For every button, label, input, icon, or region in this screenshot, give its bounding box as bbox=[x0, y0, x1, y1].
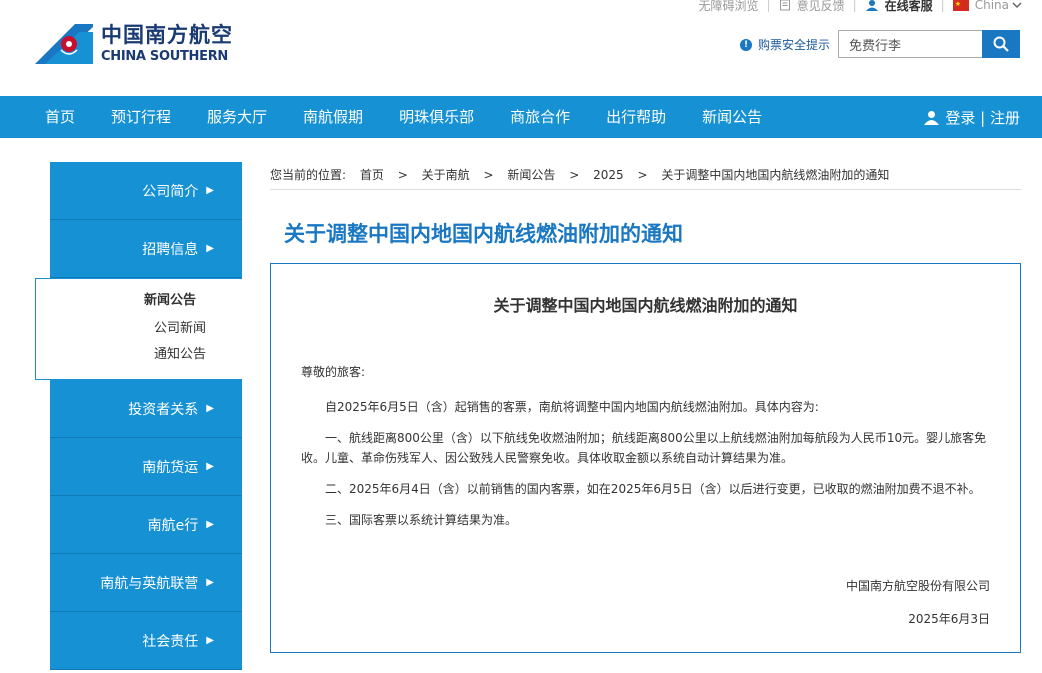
online-service-label: 在线客服 bbox=[884, 0, 933, 13]
divider: | bbox=[940, 0, 945, 12]
sidebar-item-cargo[interactable]: 南航货运 ▶ bbox=[50, 438, 242, 496]
breadcrumb-sep: > bbox=[397, 168, 408, 182]
triangle-right-icon: ▶ bbox=[206, 461, 214, 472]
main-content: 您当前的位置: 首页 > 关于南航 > 新闻公告 > 2025 > 关于调整中国… bbox=[270, 162, 1021, 653]
breadcrumb-news[interactable]: 新闻公告 bbox=[507, 168, 555, 182]
page-title: 关于调整中国内地国内航线燃油附加的通知 bbox=[284, 222, 683, 246]
safety-tip-label: 购票安全提示 bbox=[758, 38, 831, 52]
sidebar-item-recruitment[interactable]: 招聘信息 ▶ bbox=[50, 220, 242, 278]
sidebar-item-label: 南航e行 bbox=[147, 517, 199, 534]
triangle-right-icon: ▶ bbox=[206, 243, 214, 254]
kapok-logo-icon bbox=[35, 24, 93, 64]
accessibility-link[interactable]: 无障碍浏览 bbox=[699, 0, 759, 14]
breadcrumb-prefix: 您当前的位置: bbox=[270, 168, 347, 182]
sidebar-item-label: 南航货运 bbox=[142, 459, 199, 476]
sidebar-item-label: 社会责任 bbox=[142, 633, 199, 650]
breadcrumb-current: 关于调整中国内地国内航线燃油附加的通知 bbox=[661, 168, 890, 182]
nav-booking[interactable]: 预订行程 bbox=[93, 96, 189, 138]
sidebar: 公司简介 ▶ 招聘信息 ▶ 新闻公告 公司新闻 通知公告 投资者关系 ▶ 南航货运 ▶ … bbox=[35, 162, 242, 670]
article-paragraph: 三、国际客票以系统计算结果为准。 bbox=[325, 513, 518, 527]
region-selector[interactable]: China bbox=[952, 0, 1022, 12]
article-title: 关于调整中国内地国内航线燃油附加的通知 bbox=[493, 296, 798, 315]
divider: | bbox=[852, 0, 857, 12]
info-icon: ! bbox=[740, 38, 752, 51]
sidebar-active-title[interactable]: 新闻公告 bbox=[36, 289, 242, 308]
nav-news[interactable]: 新闻公告 bbox=[684, 96, 780, 138]
article-paragraph: 二、2025年6月4日（含）以前销售的国内客票，如在2025年6月5日（含）以后… bbox=[325, 482, 981, 496]
feedback-icon bbox=[779, 0, 790, 11]
breadcrumb-home[interactable]: 首页 bbox=[360, 168, 384, 182]
sidebar-item-investor[interactable]: 投资者关系 ▶ bbox=[50, 380, 242, 438]
triangle-right-icon: ▶ bbox=[206, 403, 214, 414]
breadcrumb: 您当前的位置: 首页 > 关于南航 > 新闻公告 > 2025 > 关于调整中国… bbox=[270, 162, 1021, 190]
feedback-link[interactable]: 意见反馈 bbox=[779, 0, 845, 14]
breadcrumb-about[interactable]: 关于南航 bbox=[422, 168, 470, 182]
breadcrumb-sep: > bbox=[569, 168, 580, 182]
search-box bbox=[838, 30, 1020, 58]
nav-service-hall[interactable]: 服务大厅 bbox=[189, 96, 285, 138]
login-register[interactable]: 登录 | 注册 bbox=[924, 96, 1020, 138]
headset-icon bbox=[865, 0, 878, 11]
main-nav: 首页 预订行程 服务大厅 南航假期 明珠俱乐部 商旅合作 出行帮助 新闻公告 登… bbox=[0, 96, 1042, 138]
article-paragraph: 自2025年6月5日（含）起销售的客票，南航将调整中国内地国内航线燃油附加。具体… bbox=[325, 400, 819, 414]
sidebar-item-label: 公司简介 bbox=[142, 183, 199, 200]
online-service-link[interactable]: 在线客服 bbox=[865, 0, 933, 14]
nav-pearl-club[interactable]: 明珠俱乐部 bbox=[381, 96, 492, 138]
nav-holidays[interactable]: 南航假期 bbox=[285, 96, 381, 138]
search-input[interactable] bbox=[838, 30, 982, 58]
sidebar-sub-notices[interactable]: 通知公告 bbox=[36, 342, 242, 368]
nav-travel-help[interactable]: 出行帮助 bbox=[588, 96, 684, 138]
nav-business[interactable]: 商旅合作 bbox=[492, 96, 588, 138]
sidebar-item-news-active: 新闻公告 公司新闻 通知公告 bbox=[35, 278, 242, 380]
article-signature: 中国南方航空股份有限公司 bbox=[845, 579, 990, 593]
article-greeting: 尊敬的旅客: bbox=[301, 365, 366, 379]
triangle-right-icon: ▶ bbox=[206, 577, 214, 588]
accessibility-label: 无障碍浏览 bbox=[698, 0, 759, 13]
user-icon bbox=[924, 110, 940, 125]
triangle-right-icon: ▶ bbox=[206, 519, 214, 530]
sidebar-item-csr[interactable]: 社会责任 ▶ bbox=[50, 612, 242, 670]
search-icon bbox=[993, 36, 1009, 52]
article-date: 2025年6月3日 bbox=[908, 612, 990, 626]
logo[interactable]: 中国南方航空 CHINA SOUTHERN bbox=[35, 24, 233, 64]
sidebar-item-ba-joint[interactable]: 南航与英航联营 ▶ bbox=[50, 554, 242, 612]
search-button[interactable] bbox=[982, 30, 1020, 58]
top-links: 无障碍浏览 | 意见反馈 | 在线客服 | China bbox=[699, 0, 1022, 13]
triangle-right-icon: ▶ bbox=[206, 185, 214, 196]
sidebar-item-label: 招聘信息 bbox=[142, 241, 199, 258]
breadcrumb-sep: > bbox=[637, 168, 648, 182]
chevron-down-icon bbox=[1012, 2, 1022, 9]
sidebar-sub-company-news[interactable]: 公司新闻 bbox=[36, 316, 242, 342]
breadcrumb-year[interactable]: 2025 bbox=[593, 168, 624, 182]
sidebar-item-label: 投资者关系 bbox=[128, 401, 199, 418]
sidebar-item-e-travel[interactable]: 南航e行 ▶ bbox=[50, 496, 242, 554]
sidebar-item-company-intro[interactable]: 公司简介 ▶ bbox=[50, 162, 242, 220]
triangle-right-icon: ▶ bbox=[206, 635, 214, 646]
login-register-label: 登录 | 注册 bbox=[945, 108, 1020, 127]
nav-home[interactable]: 首页 bbox=[0, 96, 93, 138]
article-paragraph: 一、航线距离800公里（含）以下航线免收燃油附加；航线距离800公里以上航线燃油… bbox=[301, 431, 987, 465]
logo-cn-text: 中国南方航空 bbox=[101, 23, 233, 47]
china-flag-icon bbox=[952, 0, 969, 11]
breadcrumb-sep: > bbox=[483, 168, 494, 182]
article-box: 关于调整中国内地国内航线燃油附加的通知 尊敬的旅客: 自2025年6月5日（含）… bbox=[270, 263, 1021, 653]
feedback-label: 意见反馈 bbox=[796, 0, 845, 13]
logo-en-text: CHINA SOUTHERN bbox=[101, 49, 229, 64]
divider: | bbox=[766, 0, 771, 12]
safety-tip-link[interactable]: ! 购票安全提示 bbox=[740, 36, 830, 53]
sidebar-item-label: 南航与英航联营 bbox=[100, 575, 199, 592]
region-label: China bbox=[974, 0, 1009, 12]
